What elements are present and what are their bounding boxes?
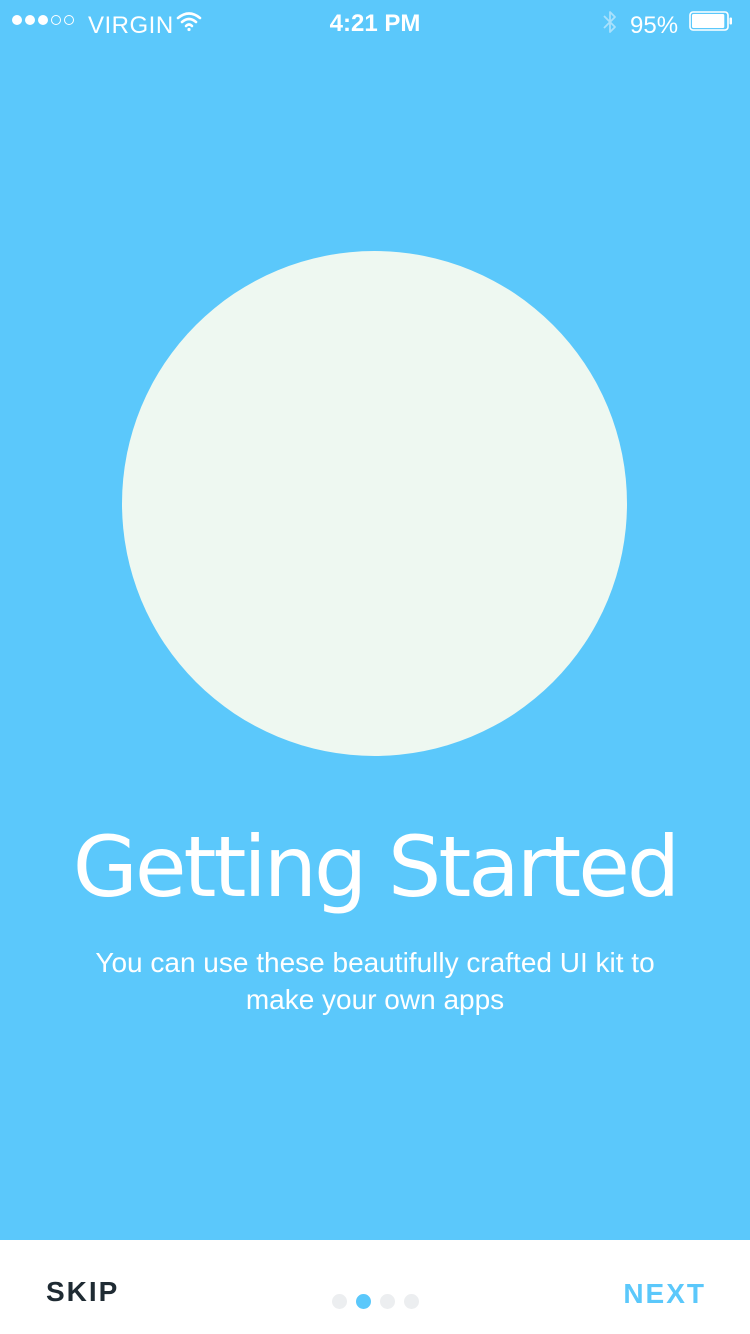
bluetooth-icon <box>603 11 616 33</box>
page-dot[interactable] <box>380 1294 395 1309</box>
onboarding-title: Getting Started <box>72 818 680 916</box>
next-button[interactable]: NEXT <box>623 1278 706 1310</box>
onboarding-screen: VIRGIN 4:21 PM 95% Getting Started You c… <box>0 0 750 1334</box>
page-dot-active[interactable] <box>356 1294 371 1309</box>
onboarding-subtitle: You can use these beautifully crafted UI… <box>95 947 655 1015</box>
hero-background: VIRGIN 4:21 PM 95% Getting Started You c… <box>0 0 750 1240</box>
skip-button[interactable]: SKIP <box>46 1276 119 1308</box>
page-indicator <box>332 1294 419 1309</box>
status-bar: VIRGIN 4:21 PM 95% <box>0 0 750 48</box>
battery-percentage: 95% <box>630 12 679 39</box>
battery-icon <box>689 11 732 31</box>
page-dot[interactable] <box>404 1294 419 1309</box>
onboarding-footer: SKIP NEXT <box>0 1240 750 1334</box>
page-dot[interactable] <box>332 1294 347 1309</box>
illustration-circle <box>122 251 627 756</box>
